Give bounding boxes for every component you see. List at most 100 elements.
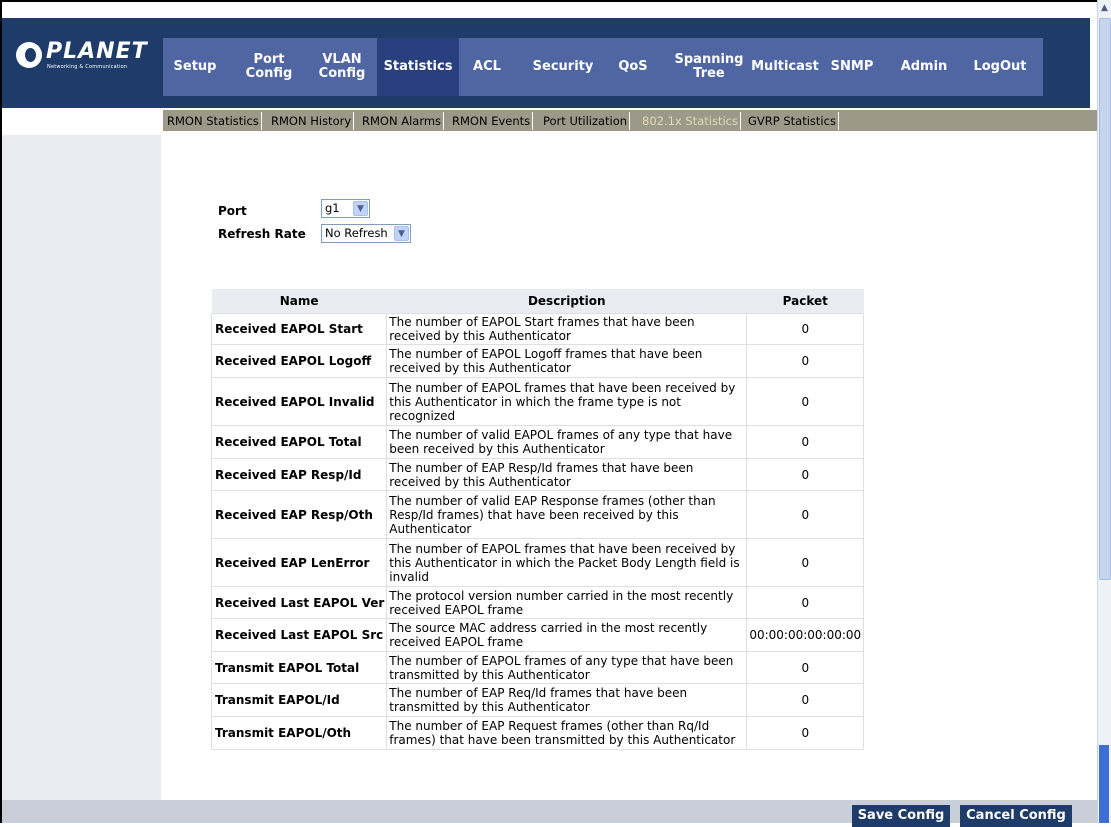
row-packet: 0 [746, 538, 865, 587]
table-row: Received EAPOL Logoff The number of EAPOL… [210, 344, 865, 378]
subnav-rmon-history[interactable]: RMON History [269, 112, 355, 130]
subnav-rmon-alarms[interactable]: RMON Alarms [360, 112, 445, 130]
row-description: The number of EAP Req/Id frames that hav… [386, 683, 748, 717]
row-packet: 00:00:00:00:00:00 [746, 618, 865, 652]
row-name: Transmit EAPOL/Oth [210, 716, 388, 750]
row-description: The number of EAP Request frames (other … [386, 716, 748, 750]
row-name: Received Last EAPOL Src [210, 618, 388, 652]
row-name: Received EAPOL Start [210, 313, 388, 345]
table-header-row: Name Description Packet [211, 289, 864, 314]
scrollbar-track-lower[interactable] [1099, 745, 1109, 823]
nav-logout[interactable]: LogOut [969, 38, 1031, 96]
column-header-name: Name [211, 289, 387, 314]
table-row: Transmit EAPOL/Id The number of EAP Req/I… [210, 683, 865, 717]
port-select[interactable]: g1 ▼ [321, 199, 370, 218]
table-row: Received Last EAPOL Src The source MAC ad… [210, 618, 865, 652]
nav-label: Setup [173, 59, 217, 74]
refresh-rate-select[interactable]: No Refresh ▼ [321, 224, 411, 243]
row-packet: 0 [746, 313, 865, 345]
nav-statistics[interactable]: Statistics [377, 38, 459, 96]
subnav-rmon-statistics[interactable]: RMON Statistics [165, 112, 262, 130]
subnav-rmon-events[interactable]: RMON Events [450, 112, 534, 130]
table-row: Received EAPOL Invalid The number of EAPO… [210, 377, 865, 426]
row-description: The number of EAPOL Start frames that ha… [386, 313, 748, 345]
row-packet: 0 [746, 490, 865, 539]
row-packet: 0 [746, 586, 865, 619]
save-config-button[interactable]: Save Config [852, 805, 950, 827]
nav-label: Spanning Tree [674, 52, 744, 81]
row-description: The number of valid EAPOL frames of any … [386, 425, 748, 459]
table-row: Received EAPOL Start The number of EAPOL … [210, 313, 865, 345]
row-name: Transmit EAPOL/Id [210, 683, 388, 717]
scrollbar-thumb[interactable] [1099, 18, 1111, 580]
cancel-config-button[interactable]: Cancel Config [960, 805, 1072, 827]
nav-vlan-config[interactable]: VLAN Config [313, 38, 371, 96]
table-row: Received EAP Resp/Oth The number of valid… [210, 490, 865, 539]
nav-multicast[interactable]: Multicast [747, 38, 823, 96]
planet-logo: PLANET Networking & Communication [16, 39, 148, 80]
table-row: Received EAP Resp/Id The number of EAP Re… [210, 458, 865, 491]
main-navigation: Setup Port Config VLAN Config Statistics… [163, 38, 1043, 96]
nav-label: Multicast [751, 59, 819, 74]
nav-setup[interactable]: Setup [171, 38, 219, 96]
subnav-port-utilization[interactable]: Port Utilization [541, 112, 631, 130]
chevron-down-icon[interactable]: ▼ [394, 226, 409, 241]
nav-snmp[interactable]: SNMP [829, 38, 875, 96]
scroll-up-icon[interactable]: ▲ [1099, 1, 1110, 15]
table-row: Transmit EAPOL/Oth The number of EAP Requ… [210, 716, 865, 750]
port-select-value: g1 [325, 201, 340, 215]
row-name: Received EAPOL Logoff [210, 344, 388, 378]
nav-label: Port Config [245, 52, 293, 81]
row-name: Received EAP LenError [210, 538, 388, 587]
row-name: Transmit EAPOL Total [210, 651, 388, 684]
nav-label: Security [532, 59, 594, 74]
vertical-scrollbar[interactable]: ▲ [1097, 0, 1111, 823]
table-row: Transmit EAPOL Total The number of EAPOL … [210, 651, 865, 684]
refresh-rate-select-value: No Refresh [325, 226, 388, 240]
row-name: Received EAP Resp/Oth [210, 490, 388, 539]
nav-security[interactable]: Security [528, 38, 598, 96]
sub-navigation: RMON Statistics RMON History RMON Alarms… [163, 110, 1097, 131]
row-packet: 0 [746, 344, 865, 378]
nav-label: LogOut [973, 59, 1027, 74]
row-description: The number of valid EAP Response frames … [386, 490, 748, 539]
logo-brand-name: PLANET [46, 39, 148, 64]
nav-label: Statistics [383, 59, 453, 74]
nav-spanning-tree[interactable]: Spanning Tree [671, 38, 747, 96]
logo-mark-icon [16, 42, 42, 68]
refresh-rate-label: Refresh Rate [218, 227, 306, 241]
row-name: Received EAPOL Total [210, 425, 388, 459]
nav-label: Admin [900, 59, 948, 74]
statistics-table: Name Description Packet Received EAPOL S… [210, 289, 865, 750]
chevron-down-icon[interactable]: ▼ [353, 201, 368, 216]
row-description: The number of EAPOL Logoff frames that h… [386, 344, 748, 378]
table-row: Received EAPOL Total The number of valid … [210, 425, 865, 459]
logo-tagline: Networking & Communication [47, 64, 128, 70]
nav-qos[interactable]: QoS [613, 38, 653, 96]
row-packet: 0 [746, 716, 865, 750]
left-column [2, 135, 161, 800]
row-packet: 0 [746, 683, 865, 717]
row-description: The protocol version number carried in t… [386, 586, 748, 619]
row-description: The source MAC address carried in the mo… [386, 618, 748, 652]
column-header-packet: Packet [746, 289, 864, 314]
row-description: The number of EAPOL frames of any type t… [386, 651, 748, 684]
nav-label: SNMP [830, 59, 874, 74]
nav-port-config[interactable]: Port Config [237, 38, 301, 96]
row-name: Received Last EAPOL Ver [210, 586, 388, 619]
row-description: The number of EAPOL frames that have bee… [386, 538, 748, 587]
row-packet: 0 [746, 377, 865, 426]
row-description: The number of EAP Resp/Id frames that ha… [386, 458, 748, 491]
subnav-gvrp-statistics[interactable]: GVRP Statistics [746, 112, 839, 130]
row-description: The number of EAPOL frames that have bee… [386, 377, 748, 426]
row-name: Received EAPOL Invalid [210, 377, 388, 426]
row-packet: 0 [746, 425, 865, 459]
nav-acl[interactable]: ACL [467, 38, 507, 96]
column-header-description: Description [386, 289, 747, 314]
nav-label: QoS [618, 59, 648, 74]
subnav-8021x-statistics[interactable]: 802.1x Statistics [640, 112, 741, 130]
nav-admin[interactable]: Admin [899, 38, 949, 96]
nav-label: VLAN Config [318, 52, 366, 81]
port-label: Port [218, 204, 247, 218]
table-row: Received Last EAPOL Ver The protocol vers… [210, 586, 865, 619]
